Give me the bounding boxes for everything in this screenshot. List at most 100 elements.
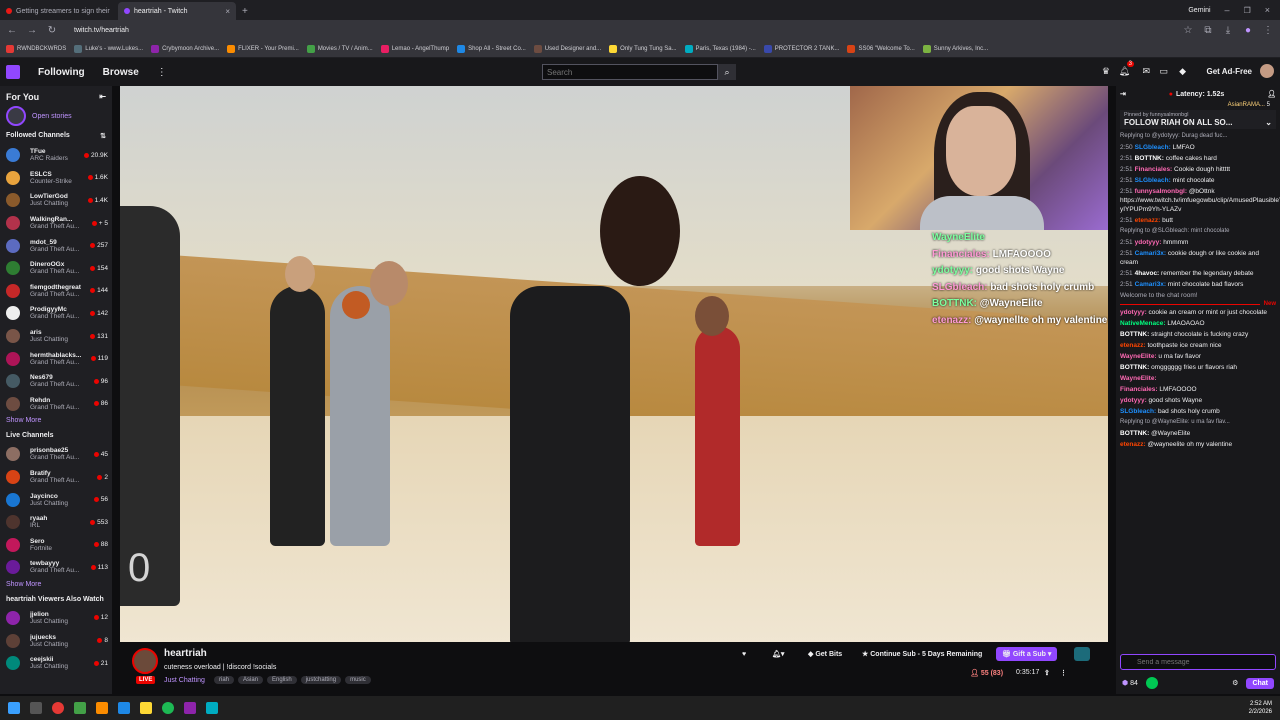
sidebar-channel[interactable]: LowTierGod Just Chatting 1.4K [0,189,112,212]
sidebar-channel[interactable]: Bratify Grand Theft Au... 2 [0,466,112,489]
sort-icon[interactable]: ⇅ [100,132,106,140]
app-icon[interactable] [74,702,86,714]
chat-username[interactable]: BOTTNK: [1120,430,1149,437]
chat-username[interactable]: SLGbleach: [1135,144,1171,151]
back-icon[interactable]: ← [6,25,18,36]
chat-input[interactable] [1120,654,1276,670]
extensions-icon[interactable]: ⧉ [1202,25,1214,36]
channel-points[interactable]: ⬢ 84 [1122,679,1138,687]
chat-username[interactable]: BOTTNK: [1120,364,1149,371]
chat-username[interactable]: BOTTNK: [1135,155,1164,162]
chat-message[interactable]: Welcome to the chat room! [1116,290,1280,301]
chat-message[interactable]: WayneElite: u ma fav flavor [1116,351,1280,362]
sidebar-channel[interactable]: jjelion Just Chatting 12 [0,607,112,630]
more-menu-icon[interactable]: ⋮ [157,67,167,78]
bookmark-item[interactable]: FLIXER - Your Premi... [227,44,299,53]
chat-username[interactable]: Camari3x: [1135,281,1166,288]
chat-username[interactable]: ydotyyy: [1120,397,1147,404]
download-icon[interactable]: ⤓ [1222,25,1234,36]
chat-message[interactable]: Replying to @ydotyyy: Durag dead fuc... [1116,131,1280,142]
browse-link[interactable]: Browse [103,67,139,78]
chat-username[interactable]: NativeMenace: [1120,320,1166,327]
settings-gear-icon[interactable]: ⚙ [1232,679,1238,687]
stream-tag[interactable]: justchatting [300,676,342,684]
browser-tab-1[interactable]: Getting streamers to sign their × [0,2,118,20]
sidebar-channel[interactable]: Rehdn Grand Theft Au... 86 [0,393,112,416]
chat-username[interactable]: etenazz: [1120,342,1146,349]
stream-tag[interactable]: Asian [238,676,264,684]
chat-username[interactable]: ydotyyy: [1135,239,1162,246]
bookmark-item[interactable]: PROTECTOR 2 TANK... [763,44,839,53]
sidebar-channel[interactable]: jujuecks Just Chatting 8 [0,629,112,652]
sidebar-channel[interactable]: tewbayyy Grand Theft Au... 113 [0,556,112,579]
sidebar-channel[interactable]: Nes679 Grand Theft Au... 96 [0,370,112,393]
chat-send-button[interactable]: Chat [1246,677,1274,689]
collapse-chat-icon[interactable]: ⇥ [1120,90,1126,98]
chrome-icon[interactable] [52,702,64,714]
whispers-icon[interactable]: ✉ [1142,66,1150,77]
sidebar-channel[interactable]: WalkingRan... Grand Theft Au... + 5 [0,212,112,235]
chat-message[interactable]: BOTTNK: straight chocolate is fucking cr… [1116,329,1280,340]
notifications-icon[interactable]: 🔔︎ [1119,66,1130,77]
search-input[interactable] [542,64,718,80]
chat-message[interactable]: BOTTNK: omgggggg fries ur flavors riah [1116,362,1280,373]
chat-message[interactable]: 2:51 Financiales: Cookie dough hittttt [1116,164,1280,175]
reload-icon[interactable]: ↻ [46,25,58,36]
chat-message[interactable]: 2:51 funnysalmonbgl: @bOttnk https://www.… [1116,186,1280,215]
sidebar-channel[interactable]: ESLCS Counter-Strike 1.6K [0,167,112,190]
follow-heart-icon[interactable]: ♥ [736,647,752,661]
pinned-message[interactable]: Pinned by funnysalmonbgl FOLLOW RIAH ON … [1120,110,1276,129]
collapse-sidebar-icon[interactable]: ⇤ [99,92,106,102]
chat-username[interactable]: funnysalmonbgl: [1135,188,1187,195]
chat-message[interactable]: Replying to @WayneElite: u ma fav flav..… [1116,417,1280,428]
get-bits-button[interactable]: ◆ Get Bits [802,647,848,661]
system-clock[interactable]: 2:52 AM 2/2/2026 [1249,700,1272,716]
stream-tag[interactable]: English [267,676,297,684]
chat-message[interactable]: etenazz: @wayneelite oh my valentine [1116,439,1280,450]
chat-message[interactable]: WayneElite: [1116,373,1280,384]
extension-icon[interactable] [1074,647,1090,661]
sidebar-channel[interactable]: ProdigyyMc Grand Theft Au... 142 [0,302,112,325]
windows-start-icon[interactable] [8,702,20,714]
sidebar-channel[interactable]: hermthablacks... Grand Theft Au... 119 [0,347,112,370]
forward-icon[interactable]: → [26,25,38,36]
chat-username[interactable]: WayneElite: [1120,353,1157,360]
chat-message[interactable]: BOTTNK: @WayneElite [1116,428,1280,439]
streamer-name[interactable]: heartriah [164,648,207,659]
sidebar-channel[interactable]: fiemgodthegreat Grand Theft Au... 144 [0,280,112,303]
spotify-icon[interactable] [162,702,174,714]
restore-icon[interactable]: ❐ [1244,6,1251,15]
stream-tag[interactable]: music [345,676,371,684]
chat-username[interactable]: Financiales: [1120,386,1158,393]
bookmark-item[interactable]: Luke's - www.Lukes... [74,44,143,53]
chat-message[interactable]: 2:51 4havoc: remember the legendary debat… [1116,268,1280,279]
bookmark-item[interactable]: Crybymoon Archive... [151,44,219,53]
chat-message[interactable]: ydotyyy: good shots Wayne [1116,395,1280,406]
continue-sub-button[interactable]: ★ Continue Sub - 5 Days Remaining [856,647,988,661]
bookmark-item[interactable]: Shop All - Street Co... [457,44,526,53]
chat-username[interactable]: ydotyyy: [1120,309,1147,316]
chat-users-icon[interactable]: 👤︎ [1267,90,1276,98]
bookmark-item[interactable]: Used Designer and... [533,44,601,53]
bits-icon[interactable]: ◆ [1179,66,1186,77]
minimize-icon[interactable]: – [1225,5,1230,15]
show-more-followed[interactable]: Show More [0,415,112,428]
url-field[interactable]: twitch.tv/heartriah [66,27,1174,34]
close-tab-icon[interactable]: × [225,7,230,16]
search-taskbar-icon[interactable] [30,702,42,714]
show-more-live[interactable]: Show More [0,579,112,592]
category-link[interactable]: Just Chatting [164,677,205,684]
bookmark-item[interactable]: Sunny Arkives, Inc... [922,44,988,53]
bookmark-item[interactable]: Only Tung Tung Sa... [609,44,677,53]
chat-message[interactable]: 2:50 SLGbleach: LMFAO [1116,142,1280,153]
following-link[interactable]: Following [38,67,85,78]
new-tab-button[interactable]: + [236,2,254,20]
chat-message[interactable]: SLGbleach: bad shots holy crumb [1116,406,1280,417]
chat-username[interactable]: Financiales: [1135,166,1173,173]
search-icon[interactable]: ⌕ [718,64,736,80]
inventory-icon[interactable]: ▭ [1159,66,1168,77]
chat-username[interactable]: SLGbleach: [1120,408,1156,415]
chat-username[interactable]: WayneElite: [1120,375,1157,382]
bookmark-item[interactable]: Paris, Texas (1984) -... [684,44,756,53]
chat-message[interactable]: Replying to @SLGbleach: mint chocolate [1116,226,1280,237]
